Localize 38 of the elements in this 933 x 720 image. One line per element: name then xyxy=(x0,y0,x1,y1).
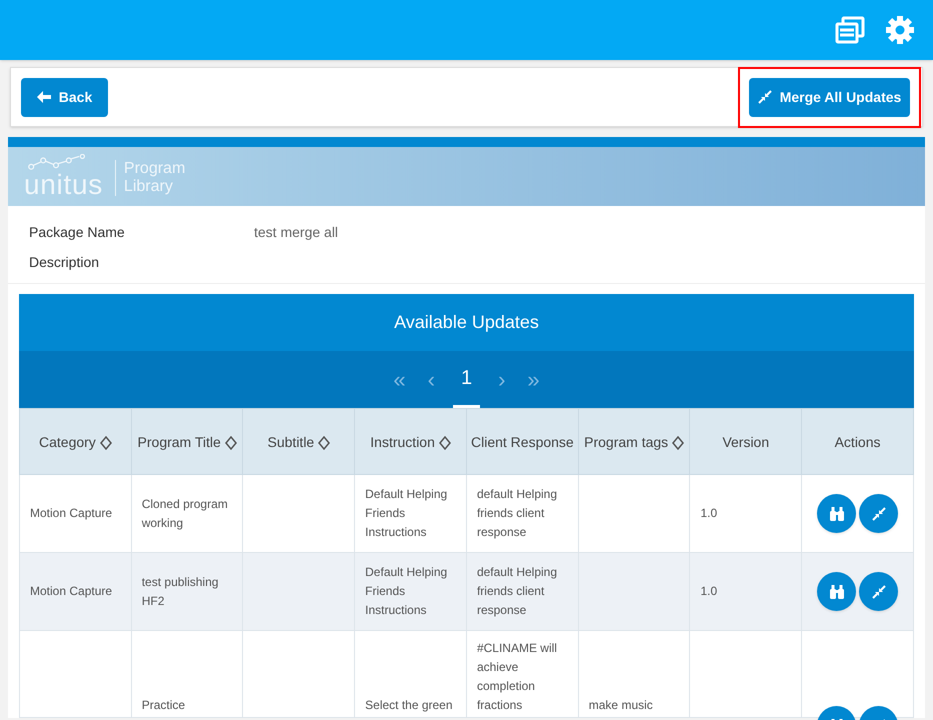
merge-button[interactable] xyxy=(859,494,898,533)
sort-icon[interactable] xyxy=(224,436,237,450)
detail-label: Description xyxy=(29,252,100,272)
windows-icon[interactable] xyxy=(835,16,865,44)
arrow-left-icon xyxy=(36,91,51,103)
merge-all-button[interactable]: Merge All Updates xyxy=(749,78,910,116)
settings-icon[interactable] xyxy=(885,15,915,45)
detail-value: test merge all xyxy=(254,222,338,242)
sort-icon[interactable] xyxy=(318,436,330,450)
merge-button[interactable] xyxy=(859,572,898,611)
column-header[interactable]: Client Response xyxy=(466,408,578,474)
column-header[interactable]: Program Title xyxy=(131,408,243,474)
banner-subtitle: Program xyxy=(124,160,186,178)
arrows-inward-icon xyxy=(872,506,886,520)
view-button[interactable] xyxy=(817,494,856,533)
updates-title: Available Updates xyxy=(394,311,539,334)
table-cell: #CLINAME will achieve completion fractions xyxy=(466,630,578,718)
view-button[interactable] xyxy=(817,572,856,611)
binoculars-icon xyxy=(828,584,845,598)
column-header[interactable]: Program tags xyxy=(578,408,690,474)
arrows-inward-icon xyxy=(872,584,886,598)
column-header[interactable]: Instruction xyxy=(354,408,466,474)
back-button[interactable]: Back xyxy=(21,78,108,116)
column-header[interactable]: Subtitle xyxy=(242,408,355,474)
table-cell: Practice xyxy=(131,630,243,718)
sort-icon[interactable] xyxy=(100,436,112,450)
table-cell: make music xyxy=(578,630,690,718)
binoculars-icon xyxy=(828,506,845,520)
table-cell: Select the green xyxy=(354,630,466,718)
banner-subtitle: Library xyxy=(124,178,174,196)
logo-text: unitus xyxy=(24,170,103,200)
column-header[interactable]: Actions xyxy=(802,408,914,474)
detail-label: Package Name xyxy=(29,222,126,242)
sort-icon[interactable] xyxy=(672,436,684,450)
column-header[interactable]: Category xyxy=(20,408,132,474)
sort-icon[interactable] xyxy=(438,436,451,450)
arrows-inward-icon xyxy=(758,90,772,104)
column-header[interactable]: Version xyxy=(690,408,802,474)
